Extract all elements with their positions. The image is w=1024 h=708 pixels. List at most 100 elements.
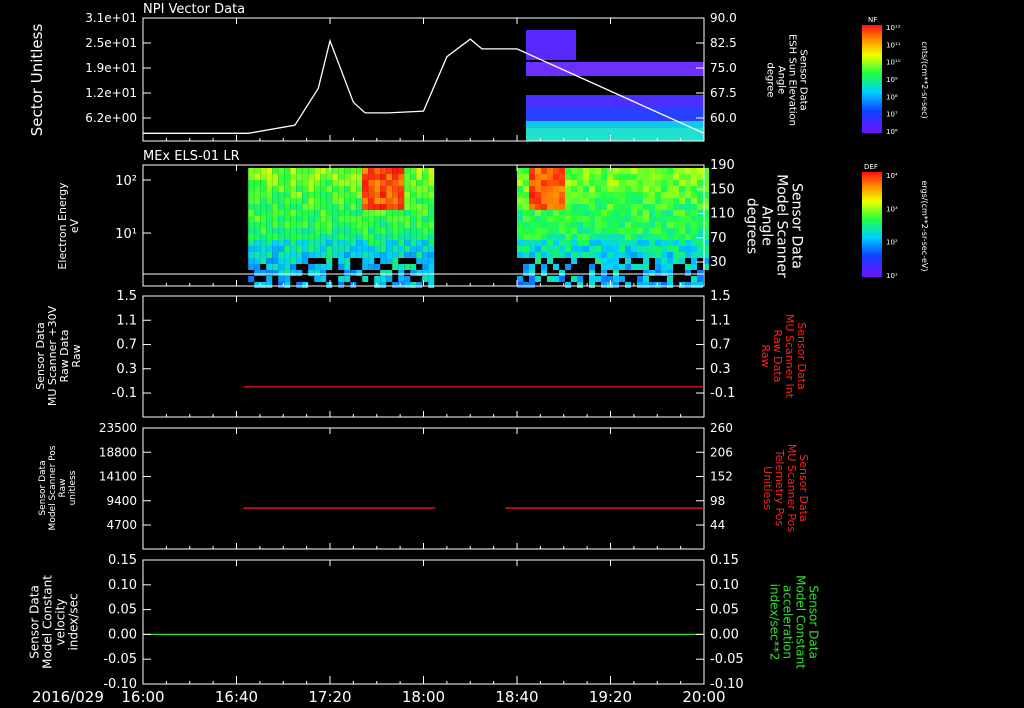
heatmap-cell <box>529 216 535 222</box>
y2-tick-label: 190 <box>710 158 735 173</box>
heatmap-cell <box>577 180 583 186</box>
heatmap-cell <box>553 204 559 210</box>
heatmap-cell <box>266 216 273 222</box>
heatmap-cell <box>643 174 649 180</box>
heatmap-cell <box>661 210 667 216</box>
heatmap-cell <box>655 192 661 198</box>
heatmap-cell <box>523 168 529 174</box>
colorbar-1-units: cnts/(cm**2-sr-sec) <box>920 41 929 118</box>
x-tick-label: 17:20 <box>308 688 351 706</box>
colorbar-tick: 10⁴ <box>886 172 898 180</box>
heatmap-cell <box>416 234 423 240</box>
heatmap-cell <box>613 168 619 174</box>
heatmap-cell <box>595 198 601 204</box>
heatmap-cell <box>517 228 523 234</box>
heatmap-cell <box>667 234 673 240</box>
heatmap-cell <box>374 228 381 234</box>
heatmap-cell <box>344 246 351 252</box>
p5-y2-ticks: 0.150.100.050.00-0.05-0.10 <box>696 553 744 692</box>
heatmap-cell <box>613 216 619 222</box>
heatmap-cell <box>278 276 285 282</box>
heatmap-cell <box>362 246 369 252</box>
heatmap-cell <box>266 228 273 234</box>
heatmap-cell <box>320 252 327 258</box>
heatmap-cell <box>380 192 387 198</box>
heatmap-cell <box>529 192 535 198</box>
heatmap-cell <box>350 174 357 180</box>
heatmap-cell <box>559 198 565 204</box>
heatmap-cell <box>314 240 321 246</box>
heatmap-cell <box>326 240 333 246</box>
heatmap-cell <box>691 198 697 204</box>
heatmap-cell <box>529 180 535 186</box>
p1-y2label: Sensor DataESH Sun ElevationAngledegree <box>765 34 809 126</box>
heatmap-cell <box>541 192 547 198</box>
heatmap-cell <box>619 222 625 228</box>
heatmap-cell <box>523 246 529 252</box>
heatmap-cell <box>392 168 399 174</box>
heatmap-cell <box>380 222 387 228</box>
heatmap-cell <box>697 198 703 204</box>
heatmap-cell <box>643 228 649 234</box>
heatmap-cell <box>697 270 703 276</box>
y2-tick-label: 0.3 <box>710 362 731 377</box>
heatmap-cell <box>619 174 625 180</box>
heatmap-cell <box>637 222 643 228</box>
heatmap-cell <box>284 198 291 204</box>
heatmap-cell <box>350 204 357 210</box>
heatmap-cell <box>362 210 369 216</box>
heatmap-cell <box>625 198 631 204</box>
heatmap-cell <box>362 258 369 264</box>
colorbar-2-label: DEF <box>864 163 878 171</box>
heatmap-cell <box>338 198 345 204</box>
heatmap-cell <box>266 252 273 258</box>
heatmap-cell <box>661 168 667 174</box>
heatmap-cell <box>697 216 703 222</box>
heatmap-cell <box>535 186 541 192</box>
heatmap-cell <box>266 186 273 192</box>
heatmap-cell <box>422 186 429 192</box>
heatmap-cell <box>332 240 339 246</box>
heatmap-cell <box>284 258 291 264</box>
heatmap-cell <box>661 258 667 264</box>
heatmap-cell <box>679 192 685 198</box>
heatmap-cell <box>356 204 363 210</box>
heatmap-cell <box>416 282 423 288</box>
heatmap-cell <box>685 270 691 276</box>
heatmap-cell <box>565 186 571 192</box>
heatmap-cell <box>661 204 667 210</box>
p1-y2label-line: Sensor Data <box>798 49 809 110</box>
heatmap-cell <box>422 270 429 276</box>
heatmap-cell <box>272 204 279 210</box>
heatmap-cell <box>428 168 435 174</box>
p2-y2label-line: Sensor Data <box>789 183 805 269</box>
heatmap-cell <box>541 222 547 228</box>
heatmap-cell <box>541 246 547 252</box>
heatmap-cell <box>380 252 387 258</box>
heatmap-cell <box>571 276 577 282</box>
heatmap-cell <box>649 174 655 180</box>
heatmap-cell <box>260 216 267 222</box>
heatmap-cell <box>667 210 673 216</box>
heatmap-cell <box>655 246 661 252</box>
heatmap-cell <box>320 216 327 222</box>
heatmap-cell <box>428 240 435 246</box>
heatmap-cell <box>667 270 673 276</box>
heatmap-cell <box>416 210 423 216</box>
heatmap-cell <box>278 180 285 186</box>
heatmap-cell <box>523 180 529 186</box>
heatmap-cell <box>272 222 279 228</box>
heatmap-cell <box>380 198 387 204</box>
colorbar-1-ticks: 10¹² 10¹¹ 10¹⁰ 10⁹ 10⁸ 10⁷ 10⁶ <box>886 24 901 136</box>
heatmap-cell <box>326 198 333 204</box>
heatmap-cell <box>655 252 661 258</box>
heatmap-cell <box>673 240 679 246</box>
heatmap-cell <box>631 264 637 270</box>
heatmap-cell <box>254 210 261 216</box>
heatmap-cell <box>410 192 417 198</box>
heatmap-cell <box>266 198 273 204</box>
heatmap-cell <box>284 186 291 192</box>
heatmap-cell <box>547 276 553 282</box>
heatmap-cell <box>625 210 631 216</box>
heatmap-cell <box>667 174 673 180</box>
